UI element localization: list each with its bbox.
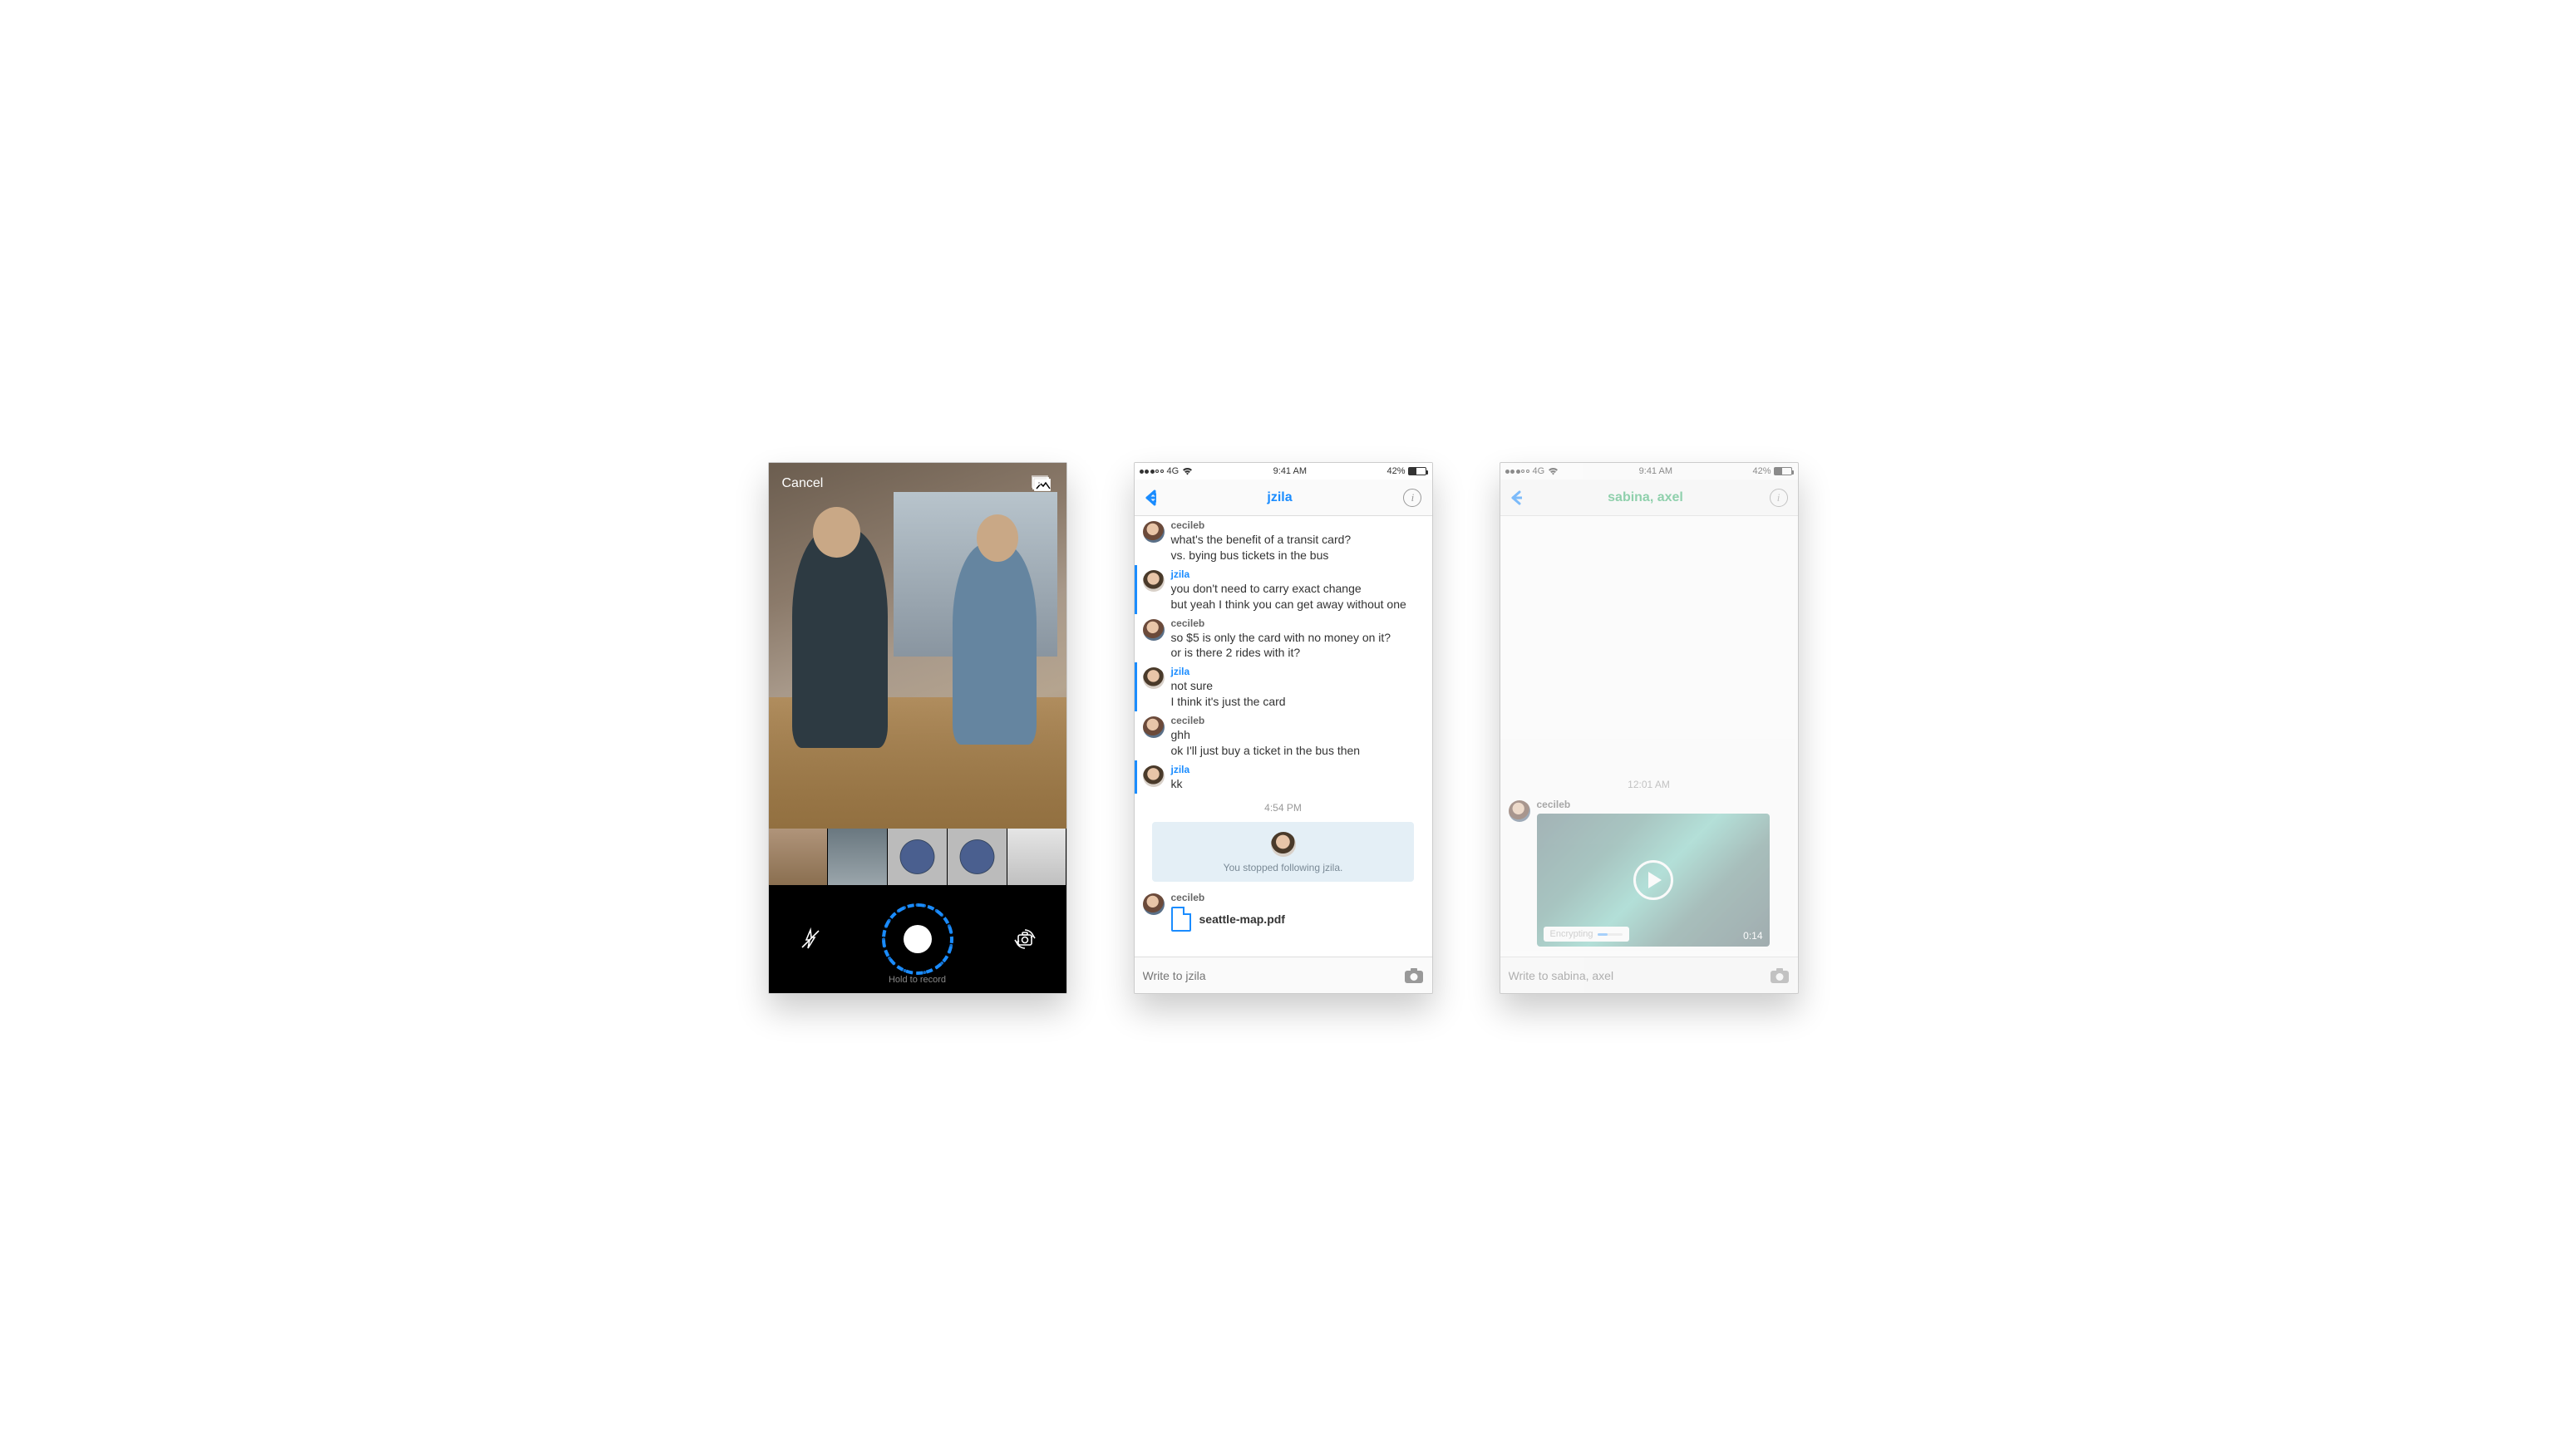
sender-label: cecileb [1171, 617, 1424, 629]
message-text: kk [1171, 776, 1424, 792]
info-button[interactable]: i [1403, 489, 1421, 507]
chat-title[interactable]: jzila [1267, 490, 1292, 505]
back-button[interactable] [1510, 489, 1522, 506]
camera-viewfinder[interactable] [769, 463, 1066, 829]
info-button[interactable]: i [1770, 489, 1788, 507]
message-row: cecileb seattle-map.pdf [1135, 888, 1432, 933]
thumbnail[interactable] [948, 829, 1007, 885]
play-icon[interactable] [1633, 860, 1673, 900]
shutter-button[interactable] [882, 903, 953, 975]
message-row: cecileb what's the benefit of a transit … [1135, 516, 1432, 565]
sender-label: cecileb [1537, 799, 1790, 810]
timestamp-label: 12:01 AM [1500, 770, 1798, 795]
thumbnail[interactable] [1007, 829, 1066, 885]
signal-dots-icon [1140, 470, 1164, 474]
avatar[interactable] [1509, 800, 1530, 822]
sender-label: cecileb [1171, 892, 1424, 903]
chat-title[interactable]: sabina, axel [1608, 490, 1683, 505]
status-time: 9:41 AM [1273, 466, 1307, 476]
sender-label: cecileb [1171, 715, 1424, 726]
video-attachment[interactable]: 0:14 Encrypting [1537, 814, 1770, 947]
flip-camera-icon[interactable] [1013, 927, 1037, 951]
wifi-icon [1548, 467, 1559, 475]
file-name-label: seattle-map.pdf [1199, 912, 1285, 926]
message-text: but yeah I think you can get away withou… [1171, 597, 1424, 612]
status-bar: 4G 9:41 AM 42% [1135, 463, 1432, 480]
avatar[interactable] [1143, 893, 1165, 915]
message-text: ok I'll just buy a ticket in the bus the… [1171, 743, 1424, 759]
file-icon [1171, 907, 1191, 932]
message-text: so $5 is only the card with no money on … [1171, 630, 1424, 646]
system-message: You stopped following jzila. [1152, 822, 1414, 882]
battery-icon [1774, 467, 1792, 475]
message-text: I think it's just the card [1171, 694, 1424, 710]
camera-icon[interactable] [1770, 967, 1790, 984]
message-row: cecileb ghh ok I'll just buy a ticket in… [1135, 711, 1432, 760]
cancel-button[interactable]: Cancel [782, 476, 824, 491]
message-text: you don't need to carry exact change [1171, 581, 1424, 597]
video-duration-label: 0:14 [1743, 930, 1762, 942]
message-text: ghh [1171, 727, 1424, 743]
message-text: not sure [1171, 678, 1424, 694]
back-button[interactable] [1145, 489, 1156, 506]
message-input[interactable] [1143, 969, 1404, 982]
file-attachment[interactable]: seattle-map.pdf [1171, 907, 1424, 932]
encrypting-label: Encrypting [1550, 929, 1593, 939]
signal-dots-icon [1505, 470, 1529, 474]
nav-bar: sabina, axel i [1500, 480, 1798, 516]
message-row: cecileb 0:14 Encrypting [1500, 795, 1798, 948]
avatar[interactable] [1143, 619, 1165, 641]
gallery-icon[interactable] [1032, 475, 1053, 493]
carrier-label: 4G [1533, 466, 1545, 476]
battery-pct-label: 42% [1386, 466, 1405, 476]
timestamp-label: 4:54 PM [1135, 794, 1432, 819]
avatar[interactable] [1143, 521, 1165, 543]
thumbnail-strip [769, 829, 1066, 885]
sender-label: jzila [1171, 764, 1424, 775]
system-message-text: You stopped following jzila. [1224, 862, 1343, 873]
status-time: 9:41 AM [1639, 466, 1672, 476]
avatar [1271, 832, 1296, 857]
flash-toggle-icon[interactable] [799, 927, 822, 951]
encrypting-badge: Encrypting [1544, 927, 1630, 942]
avatar[interactable] [1143, 570, 1165, 592]
thumbnail[interactable] [769, 829, 828, 885]
carrier-label: 4G [1167, 466, 1180, 476]
sender-label: jzila [1171, 666, 1424, 677]
composer [1135, 957, 1432, 993]
avatar[interactable] [1143, 667, 1165, 689]
camera-controls: Hold to record [769, 885, 1066, 993]
message-row: jzila you don't need to carry exact chan… [1135, 565, 1432, 614]
chat-screen-group: 4G 9:41 AM 42% sabina, axel i 12:01 AM c… [1500, 462, 1799, 994]
avatar[interactable] [1143, 765, 1165, 787]
hold-to-record-label: Hold to record [769, 975, 1066, 985]
chat-screen-jzila: 4G 9:41 AM 42% jzila i cecileb what's th… [1134, 462, 1433, 994]
battery-icon [1408, 467, 1426, 475]
message-list[interactable]: 12:01 AM cecileb 0:14 Encrypting [1500, 516, 1798, 957]
message-text: or is there 2 rides with it? [1171, 645, 1424, 661]
status-bar: 4G 9:41 AM 42% [1500, 463, 1798, 480]
nav-bar: jzila i [1135, 480, 1432, 516]
message-row: cecileb so $5 is only the card with no m… [1135, 614, 1432, 663]
message-text: vs. bying bus tickets in the bus [1171, 548, 1424, 563]
message-list[interactable]: cecileb what's the benefit of a transit … [1135, 516, 1432, 957]
thumbnail[interactable] [888, 829, 947, 885]
wifi-icon [1182, 467, 1193, 475]
battery-pct-label: 42% [1752, 466, 1771, 476]
sender-label: jzila [1171, 568, 1424, 580]
composer [1500, 957, 1798, 993]
camera-screen: Cancel [768, 462, 1067, 994]
thumbnail[interactable] [828, 829, 887, 885]
message-text: what's the benefit of a transit card? [1171, 532, 1424, 548]
sender-label: cecileb [1171, 519, 1424, 531]
progress-bar [1598, 933, 1623, 936]
message-input[interactable] [1509, 969, 1770, 982]
message-row: jzila not sure I think it's just the car… [1135, 662, 1432, 711]
avatar[interactable] [1143, 716, 1165, 738]
message-row: jzila kk [1135, 760, 1432, 794]
camera-icon[interactable] [1404, 967, 1424, 984]
camera-top-bar: Cancel [769, 463, 1066, 504]
